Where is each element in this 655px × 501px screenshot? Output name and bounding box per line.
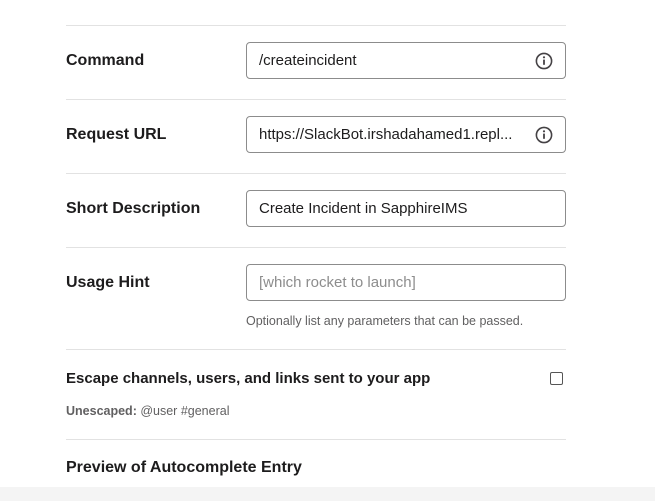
request-url-label: Request URL <box>66 126 167 143</box>
short-description-label: Short Description <box>66 200 201 217</box>
info-circle-icon[interactable] <box>535 126 553 144</box>
preview-title: Preview of Autocomplete Entry <box>66 459 302 476</box>
divider <box>66 349 566 350</box>
info-circle-icon[interactable] <box>535 52 553 70</box>
unescaped-note: Unescaped: @user #general <box>66 404 229 418</box>
escape-label: Escape channels, users, and links sent t… <box>66 370 431 387</box>
request-url-field[interactable]: https://SlackBot.irshadahamed1.repl... <box>246 116 566 153</box>
divider <box>66 439 566 440</box>
divider <box>66 173 566 174</box>
command-label: Command <box>66 52 145 69</box>
command-value: /createincident <box>259 52 357 69</box>
slash-command-form: Command /createincident Request URL http… <box>0 0 655 501</box>
short-description-field[interactable]: Create Incident in SapphireIMS <box>246 190 566 227</box>
bottom-band <box>0 487 655 501</box>
unescaped-example: @user #general <box>140 404 230 418</box>
divider <box>66 247 566 248</box>
divider <box>66 25 566 26</box>
usage-hint-field[interactable] <box>246 264 566 301</box>
request-url-value: https://SlackBot.irshadahamed1.repl... <box>259 126 513 143</box>
short-description-value: Create Incident in SapphireIMS <box>259 200 468 217</box>
usage-hint-help: Optionally list any parameters that can … <box>246 314 524 328</box>
escape-checkbox[interactable] <box>550 372 563 385</box>
command-field[interactable]: /createincident <box>246 42 566 79</box>
usage-hint-input[interactable] <box>259 274 553 291</box>
divider <box>66 99 566 100</box>
unescaped-prefix: Unescaped: <box>66 404 137 418</box>
usage-hint-label: Usage Hint <box>66 274 150 291</box>
